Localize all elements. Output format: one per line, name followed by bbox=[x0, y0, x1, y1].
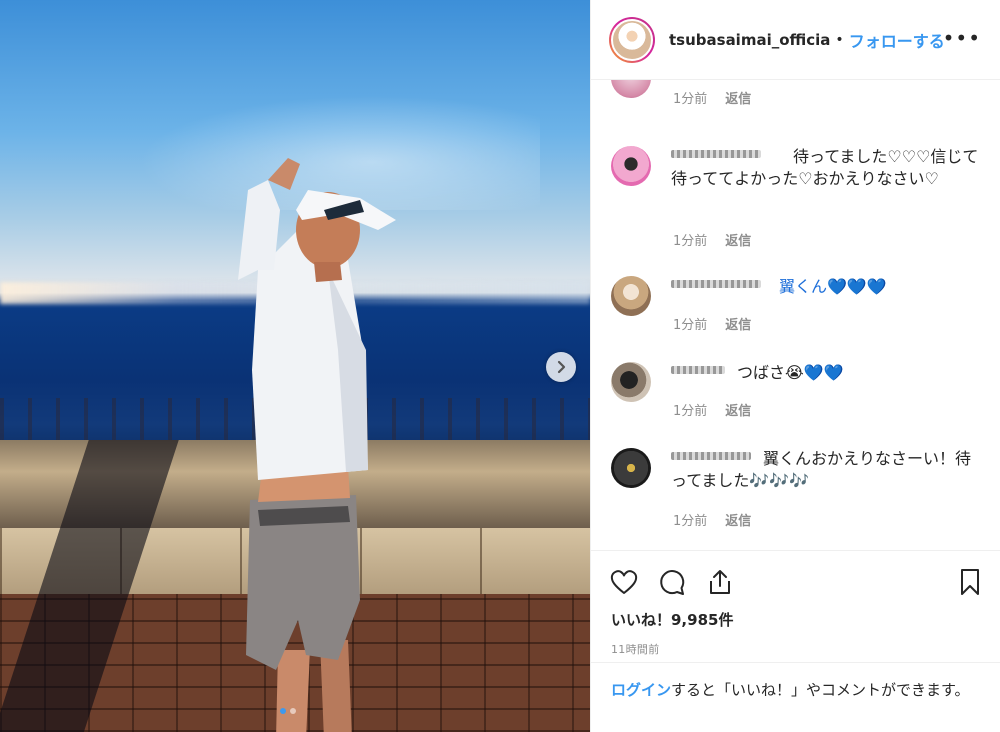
comment-text: 待ってました♡♡♡信じて待っててよかった♡おかえりなさい♡ bbox=[671, 147, 979, 188]
heart-icon bbox=[610, 570, 638, 594]
follow-button[interactable]: フォローする bbox=[849, 28, 945, 52]
chevron-right-icon bbox=[557, 360, 566, 374]
login-prompt: ログインすると「いいね！」やコメントができます。 bbox=[591, 662, 1000, 732]
login-link[interactable]: ログイン bbox=[611, 681, 671, 699]
post-time[interactable]: 11時間前 bbox=[611, 641, 660, 657]
avatar-image bbox=[611, 18, 653, 61]
bookmark-icon bbox=[961, 569, 979, 595]
carousel-dot bbox=[290, 708, 296, 714]
comment-meta: 1分前 返信 bbox=[673, 510, 751, 529]
comment-time: 1分前 bbox=[673, 318, 708, 333]
comment-button[interactable] bbox=[657, 567, 687, 597]
reply-button[interactable]: 返信 bbox=[725, 514, 751, 529]
like-button[interactable] bbox=[609, 567, 639, 597]
comment-time: 1分前 bbox=[673, 404, 708, 419]
comment-meta: 1分前 返信 bbox=[673, 314, 751, 333]
commenter-avatar[interactable] bbox=[611, 80, 651, 98]
person-figure bbox=[238, 158, 396, 732]
more-icon[interactable]: ••• bbox=[943, 26, 981, 50]
carousel-dots bbox=[280, 708, 296, 714]
post-header: tsubasaimai_officia • フォローする ••• bbox=[591, 0, 1000, 80]
comment-meta: 1分前 返信 bbox=[673, 230, 751, 249]
carousel-next-button[interactable] bbox=[546, 352, 576, 382]
reply-button[interactable]: 返信 bbox=[725, 92, 751, 107]
username[interactable]: tsubasaimai_officia bbox=[669, 31, 830, 49]
carousel-dot-active bbox=[280, 708, 286, 714]
comment-icon bbox=[660, 570, 685, 595]
comment-text-content: 翼くん💙💙💙 bbox=[779, 277, 887, 296]
comment-time: 1分前 bbox=[673, 514, 708, 529]
login-prompt-text: すると「いいね！」やコメントができます。 bbox=[671, 681, 970, 699]
post-actions: いいね！9,985件 11時間前 bbox=[591, 550, 1000, 660]
comment-time: 1分前 bbox=[673, 234, 708, 249]
comment-meta: 1分前 返信 bbox=[673, 88, 751, 107]
comment-text: 翼くん💙💙💙 bbox=[671, 276, 981, 298]
commenter-avatar[interactable] bbox=[611, 276, 651, 316]
share-button[interactable] bbox=[705, 567, 735, 597]
reply-button[interactable]: 返信 bbox=[725, 404, 751, 419]
comment-text: つばさ😭💙💙 bbox=[737, 363, 844, 382]
post-side-panel: tsubasaimai_officia • フォローする ••• 1分前 返信 待… bbox=[590, 0, 1000, 732]
commenter-avatar[interactable] bbox=[611, 362, 651, 402]
reply-button[interactable]: 返信 bbox=[725, 234, 751, 249]
comment-text: 翼くんおかえりなさーい！待ってました🎶🎶🎶 bbox=[671, 449, 972, 490]
share-icon bbox=[710, 570, 730, 594]
post-photo[interactable] bbox=[0, 0, 590, 732]
comment-time: 1分前 bbox=[673, 92, 708, 107]
commenter-avatar[interactable] bbox=[611, 448, 651, 488]
comments-list[interactable]: 1分前 返信 待ってました♡♡♡信じて待っててよかった♡おかえりなさい♡ 1分前返… bbox=[591, 80, 1000, 550]
like-count[interactable]: いいね！9,985件 bbox=[611, 609, 733, 630]
commenter-avatar[interactable] bbox=[611, 146, 651, 186]
separator-dot: • bbox=[835, 31, 844, 48]
profile-avatar[interactable] bbox=[609, 16, 655, 63]
comment-meta: 1分前 返信 bbox=[673, 400, 751, 419]
reply-button[interactable]: 返信 bbox=[725, 318, 751, 333]
bookmark-button[interactable] bbox=[955, 567, 985, 597]
